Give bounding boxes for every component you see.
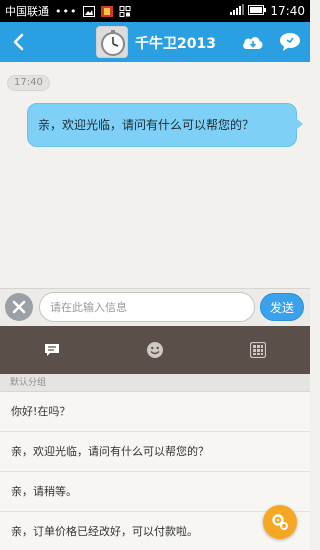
- emoji-tab[interactable]: [103, 326, 206, 374]
- message-list[interactable]: 17:40 亲，欢迎光临，请问有什么可以帮您的？: [0, 62, 310, 288]
- avatar[interactable]: [96, 26, 128, 58]
- cloud-download-button[interactable]: [239, 28, 267, 56]
- status-time: 17:40: [270, 4, 305, 18]
- battery-icon: [248, 4, 267, 18]
- quick-reply-item[interactable]: 你好!在吗？: [0, 392, 310, 432]
- more-tab[interactable]: [207, 326, 310, 374]
- carrier-name: 中国联通: [5, 5, 49, 18]
- quick-reply-group-title: 默认分组: [0, 374, 310, 392]
- sim-icon: [119, 5, 131, 17]
- back-arrow-icon: [13, 33, 24, 51]
- input-bar: 发送: [0, 288, 310, 326]
- close-icon: [12, 300, 26, 314]
- contact-title: 千牛卫2013: [135, 36, 216, 52]
- quick-reply-tab[interactable]: [0, 326, 103, 374]
- message-input[interactable]: [39, 292, 255, 322]
- chat-bubble-icon: [280, 33, 300, 51]
- quick-reply-item[interactable]: 亲，请稍等。: [0, 472, 310, 512]
- back-button[interactable]: [0, 22, 36, 62]
- input-toolbar: [0, 326, 310, 374]
- settings-gear-icon: [272, 514, 288, 530]
- settings-fab[interactable]: [263, 505, 297, 539]
- signal-icon: [230, 4, 245, 18]
- message-timestamp: 17:40: [7, 75, 50, 91]
- sent-message-bubble[interactable]: 亲，欢迎光临，请问有什么可以帮您的？: [27, 103, 303, 147]
- close-button[interactable]: [5, 293, 33, 321]
- app-icon: [101, 5, 114, 17]
- status-right: 17:40: [230, 4, 305, 18]
- emoji-icon: [146, 342, 163, 358]
- status-dots: •••: [55, 4, 78, 18]
- status-bar: 中国联通 ••• 17:40: [0, 0, 310, 22]
- grid-icon: [250, 342, 267, 358]
- image-icon: [83, 5, 96, 17]
- quick-reply-icon: [44, 344, 59, 356]
- chat-action-button[interactable]: [276, 28, 304, 56]
- cloud-download-icon: [243, 37, 263, 49]
- send-button[interactable]: 发送: [260, 293, 304, 321]
- quick-reply-item[interactable]: 亲，欢迎光临，请问有什么可以帮您的？: [0, 432, 310, 472]
- chat-header: 千牛卫2013: [0, 22, 310, 62]
